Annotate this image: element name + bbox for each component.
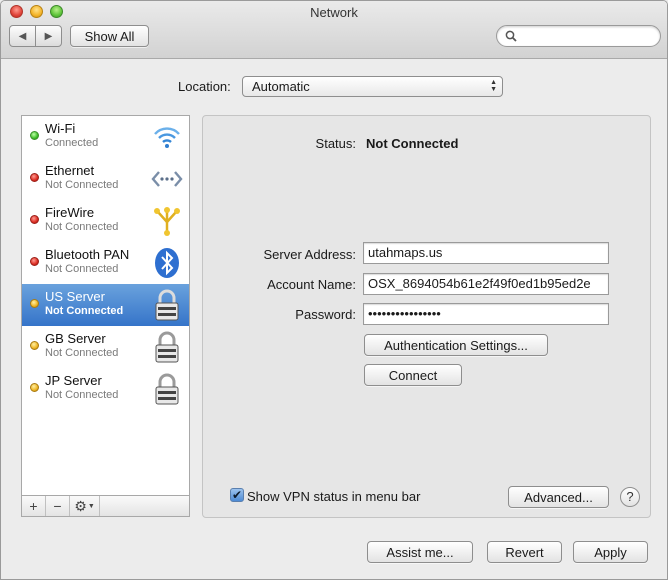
checkmark-icon: ✔ (231, 488, 243, 502)
search-icon (505, 30, 517, 42)
service-name: FireWire (45, 205, 95, 220)
account-name-field[interactable]: OSX_8694054b61e2f49f0ed1b95ed2e (363, 273, 609, 295)
service-item-wifi[interactable]: Wi-Fi Connected (22, 116, 189, 158)
show-vpn-status-label: Show VPN status in menu bar (247, 489, 421, 504)
remove-service-button[interactable]: − (46, 496, 70, 516)
service-name: Ethernet (45, 163, 95, 178)
lock-icon (155, 373, 179, 405)
location-label: Location: (178, 79, 231, 94)
status-dot (30, 173, 39, 182)
service-item-bluetooth-pan[interactable]: Bluetooth PAN Not Connected (22, 242, 189, 284)
service-name: Wi-Fi (45, 121, 76, 136)
status-dot (30, 341, 39, 350)
location-value: Automatic (252, 79, 310, 94)
status-value: Not Connected (366, 136, 459, 151)
show-all-button[interactable]: Show All (70, 25, 149, 47)
bluetooth-icon (155, 248, 179, 278)
service-status: Not Connected (45, 179, 119, 191)
forward-button[interactable]: ▶ (36, 26, 61, 46)
status-dot (30, 383, 39, 392)
service-list: Wi-Fi Connected Ethernet Not Connected F… (21, 115, 190, 517)
show-vpn-status-checkbox[interactable]: ✔ (230, 488, 244, 502)
service-name: GB Server (45, 331, 106, 346)
window-title: Network (310, 5, 358, 20)
service-list-controls: + − ⚙ ▼ (21, 495, 190, 517)
service-item-firewire[interactable]: FireWire Not Connected (22, 200, 189, 242)
chevron-down-icon: ▼ (87, 502, 95, 510)
apply-button[interactable]: Apply (573, 541, 648, 563)
service-item-jp-server[interactable]: JP Server Not Connected (22, 368, 189, 410)
service-name: US Server (45, 289, 105, 304)
service-item-us-server[interactable]: US Server Not Connected (22, 284, 189, 326)
network-preferences-window: Network ◀ ▶ Show All Location: Automatic… (0, 0, 668, 580)
service-status: Not Connected (45, 305, 124, 317)
status-dot (30, 299, 39, 308)
service-status: Not Connected (45, 347, 119, 359)
firewire-icon (154, 207, 180, 236)
service-item-gb-server[interactable]: GB Server Not Connected (22, 326, 189, 368)
chevron-right-icon: ▶ (44, 30, 53, 42)
updown-arrows-icon: ▲ ▼ (490, 79, 497, 93)
lock-icon (155, 331, 179, 363)
service-name: JP Server (45, 373, 102, 388)
service-name: Bluetooth PAN (45, 247, 130, 262)
location-popup[interactable]: Automatic ▲ ▼ (242, 76, 503, 97)
lock-icon (155, 289, 179, 321)
status-dot (30, 257, 39, 266)
assist-me-button[interactable]: Assist me... (367, 541, 473, 563)
connect-button[interactable]: Connect (364, 364, 462, 386)
back-button[interactable]: ◀ (10, 26, 36, 46)
status-label: Status: (315, 136, 356, 151)
chevron-left-icon: ◀ (18, 30, 27, 42)
password-label: Password: (295, 307, 356, 322)
service-actions-button[interactable]: ⚙ ▼ (70, 496, 100, 516)
service-item-ethernet[interactable]: Ethernet Not Connected (22, 158, 189, 200)
search-field[interactable] (496, 25, 661, 47)
status-dot (30, 131, 39, 140)
advanced-button[interactable]: Advanced... (508, 486, 609, 508)
account-name-label: Account Name: (267, 277, 356, 292)
password-field[interactable]: •••••••••••••••• (363, 303, 609, 325)
service-status: Not Connected (45, 263, 119, 275)
service-status: Not Connected (45, 221, 119, 233)
wifi-icon (154, 127, 180, 148)
status-dot (30, 215, 39, 224)
authentication-settings-button[interactable]: Authentication Settings... (364, 334, 548, 356)
help-button[interactable]: ? (620, 487, 640, 507)
add-service-button[interactable]: + (22, 496, 46, 516)
ethernet-icon (151, 171, 183, 187)
service-status: Connected (45, 137, 99, 149)
title-bar: Network ◀ ▶ Show All (1, 1, 667, 59)
server-address-label: Server Address: (263, 247, 357, 262)
revert-button[interactable]: Revert (487, 541, 562, 563)
gear-icon: ⚙ (74, 497, 87, 514)
server-address-field[interactable]: utahmaps.us (363, 242, 609, 264)
service-status: Not Connected (45, 389, 119, 401)
back-forward-control: ◀ ▶ (9, 25, 62, 47)
